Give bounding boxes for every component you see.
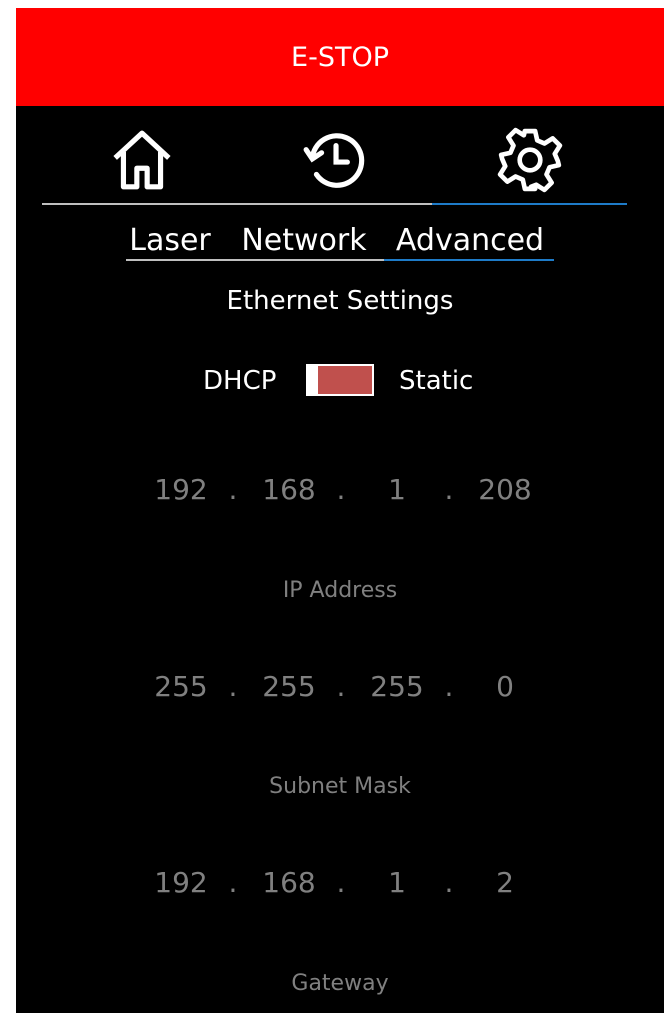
section-title: Ethernet Settings: [226, 286, 454, 316]
subnet-octet-3[interactable]: 255: [357, 670, 437, 703]
nav-history[interactable]: [299, 124, 371, 196]
gateway-separator: .: [336, 866, 346, 899]
nav-settings[interactable]: [494, 124, 566, 196]
nav-underline-inactive: [42, 203, 432, 205]
static-label: Static: [399, 366, 474, 396]
tab-laser[interactable]: Laser: [126, 215, 214, 265]
nav-underline-active: [432, 203, 627, 205]
gateway-octet-3[interactable]: 1: [357, 866, 437, 899]
gateway-separator: .: [228, 866, 238, 899]
ip-octet-4[interactable]: 208: [465, 473, 545, 506]
subnet-mask-label: Subnet Mask: [269, 774, 411, 799]
ip-separator: .: [228, 473, 238, 506]
nav-home[interactable]: [106, 124, 178, 196]
ip-octet-2[interactable]: 168: [249, 473, 329, 506]
app-screen: E-STOP Laser Network Advanced Ethernet S…: [16, 8, 664, 1013]
subnet-octet-4[interactable]: 0: [465, 670, 545, 703]
subnet-octet-1[interactable]: 255: [141, 670, 221, 703]
gateway-separator: .: [444, 866, 454, 899]
dhcp-static-toggle[interactable]: [306, 364, 374, 396]
ip-octet-3[interactable]: 1: [357, 473, 437, 506]
ip-octet-1[interactable]: 192: [141, 473, 221, 506]
subnet-separator: .: [336, 670, 346, 703]
subtab-underline-active: [384, 259, 554, 261]
ip-separator: .: [444, 473, 454, 506]
tab-network[interactable]: Network: [234, 215, 374, 265]
home-icon: [113, 130, 171, 190]
subnet-separator: .: [228, 670, 238, 703]
ip-separator: .: [336, 473, 346, 506]
gateway-octet-1[interactable]: 192: [141, 866, 221, 899]
gateway-octet-2[interactable]: 168: [249, 866, 329, 899]
toggle-knob: [308, 366, 318, 394]
subnet-separator: .: [444, 670, 454, 703]
ip-address-label: IP Address: [282, 578, 398, 603]
tab-advanced[interactable]: Advanced: [388, 215, 552, 265]
gateway-octet-4[interactable]: 2: [465, 866, 545, 899]
history-icon: [303, 133, 365, 188]
gateway-label: Gateway: [291, 971, 389, 996]
gear-icon: [497, 127, 563, 193]
subtab-underline-inactive: [126, 259, 384, 261]
estop-button[interactable]: E-STOP: [16, 8, 664, 106]
dhcp-label: DHCP: [203, 366, 277, 396]
subnet-octet-2[interactable]: 255: [249, 670, 329, 703]
